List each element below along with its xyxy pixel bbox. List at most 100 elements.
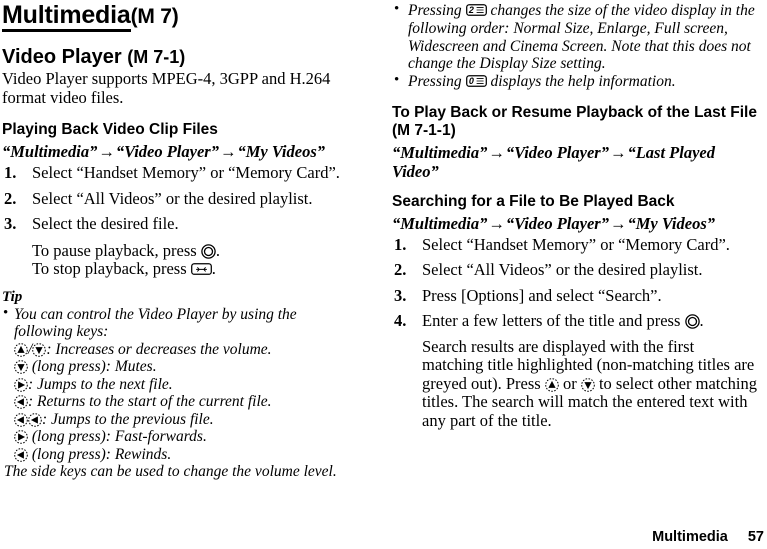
key-legend-text: (long press): Rewinds.	[31, 445, 172, 463]
pause-instruction-period: .	[215, 240, 220, 260]
stop-instruction-text: To stop playback, press	[32, 259, 187, 278]
tip-bullet-text: You can control the Video Player by usin…	[14, 305, 297, 323]
breadcrumb-part-2: “Video Player”	[115, 142, 219, 161]
breadcrumb-last-played: “Multimedia”→“Video Player”→“Last Played…	[392, 143, 758, 181]
svg-text:0: 0	[468, 76, 473, 86]
dpad-left-key-icon	[28, 412, 42, 427]
dpad-down-key-icon	[32, 342, 47, 357]
breadcrumb-part-3: “My Videos”	[237, 142, 325, 161]
key-legend-text: : Returns to the start of the current fi…	[28, 393, 272, 410]
step-number: 1.	[394, 234, 407, 254]
key-legend-volume: / : Increases or decreases the volume.	[2, 341, 368, 359]
dpad-left-key-icon	[14, 395, 28, 409]
dpad-down-key-icon	[14, 360, 28, 374]
arrow-icon: →	[488, 142, 505, 162]
list-item: 2. Select “All Videos” or the desired pla…	[392, 261, 758, 280]
key-legend-text: : Jumps to the previous file.	[42, 410, 214, 428]
last-file-heading-text: To Play Back or Resume Playback of the L…	[392, 103, 757, 121]
list-item: 1. Select “Handset Memory” or “Memory Car…	[392, 234, 758, 255]
dpad-left-key-icon	[14, 412, 28, 427]
section-heading-video-player: Video Player (M 7-1)	[2, 46, 368, 69]
key-legend-text: (long press): Fast-forwards.	[31, 428, 207, 445]
search-result-description: Search results are displayed with the fi…	[392, 337, 758, 431]
breadcrumb-part-2: “Video Player”	[505, 142, 609, 162]
stop-instruction: To stop playback, press .	[2, 260, 368, 278]
dpad-up-key-icon	[14, 342, 28, 357]
arrow-icon: →	[98, 142, 115, 161]
key-legend-fast-forward: (long press): Fast-forwards.	[2, 428, 368, 446]
breadcrumb-part-2: “Video Player”	[505, 213, 609, 233]
manual-page: Multimedia(M 7) Video Player (M 7-1) Vid…	[0, 0, 767, 549]
center-select-key-icon	[201, 243, 216, 259]
center-select-key-icon	[684, 314, 700, 330]
breadcrumb-part-3: “My Videos”	[627, 213, 715, 233]
breadcrumb-search: “Multimedia”→“Video Player”→“My Videos”	[392, 214, 758, 233]
bullet-display-size: • Pressing 2 changes the size of the vide…	[392, 1, 758, 73]
playback-steps-list: 1. Select “Handset Memory” or “Memory Car…	[2, 163, 368, 234]
section-title: Video Player	[2, 46, 122, 68]
pause-instruction: To pause playback, press .	[2, 240, 368, 261]
dpad-down-key-icon	[581, 378, 595, 392]
key-legend-text: : Jumps to the next file.	[28, 375, 173, 393]
tip-bullet: • You can control the Video Player by usi…	[2, 304, 368, 324]
chapter-code: (M 7)	[130, 5, 179, 28]
dpad-right-key-icon	[14, 377, 28, 392]
step-number: 3.	[394, 285, 407, 305]
breadcrumb-part-1: “Multimedia”	[392, 142, 488, 162]
list-item: 3. Select the desired file.	[2, 214, 368, 234]
footer-chapter-name: Multimedia	[652, 529, 728, 545]
arrow-icon: →	[609, 142, 627, 162]
step-text-period: .	[699, 311, 704, 331]
subheading-playing-back: Playing Back Video Clip Files	[2, 121, 218, 138]
bullet-text: displays the help information.	[490, 73, 676, 91]
arrow-icon: →	[609, 213, 627, 233]
tip-bullet-continuation: following keys:	[14, 323, 109, 340]
dpad-right-key-icon	[14, 430, 28, 444]
list-item: 3. Press [Options] and select “Search”.	[392, 285, 758, 306]
breadcrumb-playback: “Multimedia”→“Video Player”→“My Videos”	[2, 142, 368, 161]
subheading-last-file: To Play Back or Resume Playback of the L…	[392, 104, 758, 140]
step-number: 3.	[4, 214, 17, 233]
end-call-key-icon	[190, 263, 212, 275]
breadcrumb-part-1: “Multimedia”	[392, 213, 488, 233]
last-file-heading-code: (M 7-1-1)	[392, 121, 456, 139]
key-legend-mute: (long press): Mutes.	[2, 358, 368, 376]
tip-label: Tip	[2, 288, 23, 305]
step-text: Select “Handset Memory” or “Memory Card”…	[32, 163, 340, 182]
step-text: Press [Options] and select “Search”.	[422, 285, 662, 305]
section-code: (M 7-1)	[127, 47, 186, 67]
right-column: • Pressing 2 changes the size of the vide…	[392, 0, 758, 447]
list-item: 4. Enter a few letters of the title and p…	[392, 312, 758, 331]
chapter-title: Multimedia	[2, 1, 131, 32]
bullet-prefix: Pressing	[408, 73, 462, 91]
svg-text:2: 2	[467, 5, 473, 15]
page-title: Multimedia(M 7)	[2, 0, 368, 32]
search-result-or: or	[562, 373, 577, 393]
pause-instruction-text: To pause playback, press	[32, 240, 197, 260]
step-text: Select the desired file.	[32, 214, 179, 233]
keypad-0-key-icon: 0	[465, 75, 487, 88]
dpad-up-key-icon	[545, 378, 559, 392]
step-number: 2.	[4, 188, 17, 208]
key-legend-previous-file: : Jumps to the previous file.	[2, 411, 368, 429]
footer-page-number: 57	[747, 529, 764, 545]
bullet-help-info: • Pressing 0 displays the help informatio…	[392, 72, 758, 91]
key-legend-restart-file: : Returns to the start of the current fi…	[2, 393, 368, 411]
tip-closing-text: The side keys can be used to change the …	[4, 463, 337, 480]
step-text: Select “All Videos” or the desired playl…	[32, 188, 313, 208]
key-legend-rewind: (long press): Rewinds.	[2, 446, 368, 464]
step-number: 4.	[394, 311, 407, 331]
dpad-left-key-icon	[14, 447, 28, 462]
stop-instruction-period: .	[211, 259, 216, 278]
left-column: Multimedia(M 7) Video Player (M 7-1) Vid…	[2, 0, 368, 481]
key-legend-text: : Increases or decreases the volume.	[46, 340, 272, 358]
arrow-icon: →	[219, 142, 237, 161]
list-item: 1. Select “Handset Memory” or “Memory Car…	[2, 163, 368, 183]
bullet-dot-icon: •	[394, 1, 400, 17]
key-legend-text: (long press): Mutes.	[31, 358, 157, 375]
page-footer: Multimedia 57	[652, 529, 764, 545]
step-text: Select “Handset Memory” or “Memory Card”…	[422, 234, 730, 254]
bullet-dot-icon: •	[3, 304, 9, 321]
bullet-dot-icon: •	[394, 72, 400, 89]
step-number: 1.	[4, 163, 17, 182]
